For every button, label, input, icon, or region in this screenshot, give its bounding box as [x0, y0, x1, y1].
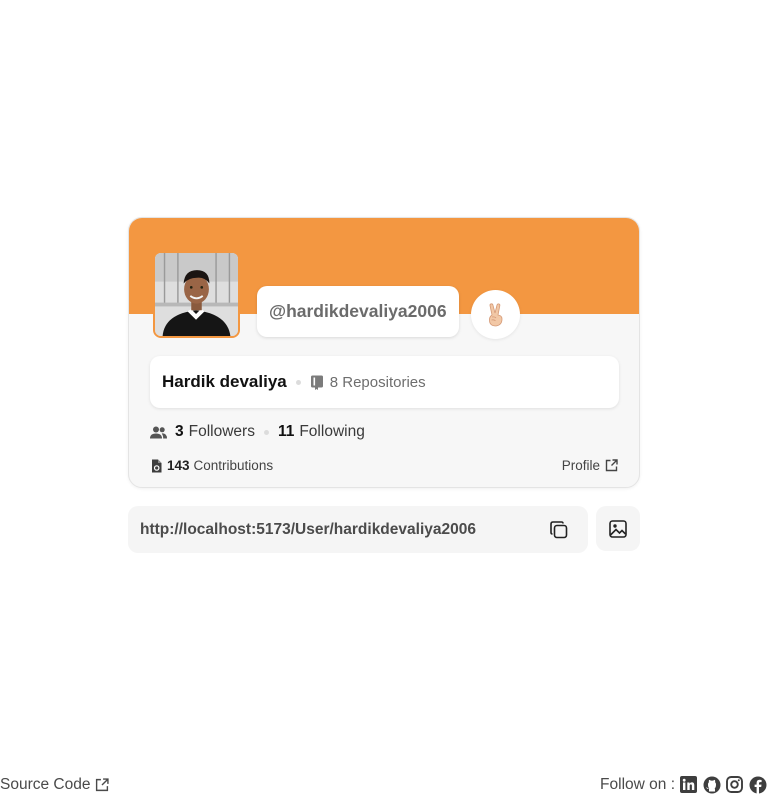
display-name: Hardik devaliya — [162, 372, 287, 391]
copy-button[interactable] — [547, 518, 571, 542]
profile-link[interactable]: Profile — [562, 458, 618, 473]
external-link-icon — [605, 459, 618, 472]
download-image-button[interactable] — [596, 506, 640, 551]
repository-icon — [310, 375, 323, 390]
separator-dot — [263, 429, 269, 435]
followers-count: 3 — [175, 423, 184, 440]
profile-link-label: Profile — [561, 458, 600, 473]
follow-stats: 3 Followers 11 Following — [150, 423, 365, 441]
name-row: Hardik devaliya 8 Repositories — [150, 356, 619, 408]
following-count: 11 — [277, 423, 295, 440]
contributions-count: 143 — [167, 458, 190, 473]
linkedin-icon[interactable] — [679, 775, 698, 794]
contributions: 143 Contributions — [151, 458, 273, 473]
share-url-bar: http://localhost:5173/User/hardikdevaliy… — [128, 506, 588, 553]
share-url[interactable]: http://localhost:5173/User/hardikdevaliy… — [140, 521, 547, 539]
contributions-label: Contributions — [193, 458, 274, 473]
repositories-count: 8 Repositories — [310, 374, 426, 391]
peace-hand-icon — [471, 290, 520, 339]
separator-dot — [295, 379, 301, 385]
followers-label: Followers — [188, 423, 255, 440]
repositories-label: 8 Repositories — [329, 373, 426, 391]
contributions-file-icon — [152, 459, 162, 472]
people-icon — [150, 426, 167, 438]
follow-on: Follow on : — [600, 775, 767, 794]
username-badge: @hardikdevaliya2006 — [257, 286, 459, 337]
facebook-icon[interactable] — [748, 775, 767, 794]
instagram-icon[interactable] — [725, 775, 744, 794]
copy-icon — [550, 520, 568, 538]
avatar — [153, 251, 240, 338]
avatar-photo — [155, 253, 238, 336]
follow-label: Follow on : — [600, 775, 675, 793]
following-label: Following — [299, 423, 365, 440]
image-icon — [609, 519, 627, 538]
source-code-link[interactable]: Source Code — [0, 776, 110, 794]
github-icon[interactable] — [702, 775, 721, 794]
external-link-icon — [96, 778, 110, 792]
profile-card: @hardikdevaliya2006 Hardik devaliya 8 Re… — [128, 217, 640, 488]
source-code-label: Source Code — [0, 776, 91, 793]
